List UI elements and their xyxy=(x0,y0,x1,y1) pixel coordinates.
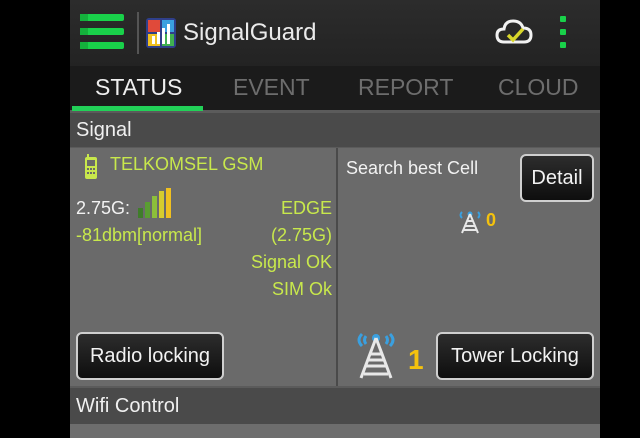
network-generation: 2.75G: xyxy=(76,198,131,218)
tab-report[interactable]: REPORT xyxy=(358,74,453,101)
tower-icon xyxy=(354,322,398,385)
app-bar: SignalGuard xyxy=(70,0,600,66)
section-wifi-title: Wifi Control xyxy=(76,395,180,417)
signal-status: Signal OK xyxy=(250,252,332,272)
tab-event[interactable]: EVENT xyxy=(233,74,310,101)
signal-strength: -81dbm[normal] xyxy=(76,225,203,245)
tab-bar: STATUS EVENT REPORT CLOUD xyxy=(70,66,600,110)
radio-locking-button[interactable]: Radio locking xyxy=(76,332,224,380)
search-best-cell-label: Search best Cell xyxy=(346,158,479,178)
section-signal-title: Signal xyxy=(76,119,132,141)
phone-icon xyxy=(84,154,98,185)
signal-panel: TELKOMSEL GSM 2.75G: -81dbm[normal] EDGE… xyxy=(70,148,336,386)
tab-indicator xyxy=(72,106,203,111)
menu-icon[interactable] xyxy=(80,14,126,50)
app-bar-divider xyxy=(137,12,139,54)
best-cell-count: 0 xyxy=(486,210,497,230)
cell-panel: Search best Cell Detail 0 1 Tower Lockin… xyxy=(338,148,600,386)
tower-icon xyxy=(458,206,482,239)
more-vert-icon[interactable] xyxy=(556,16,570,50)
app-title: SignalGuard xyxy=(183,19,317,46)
tower-locking-button[interactable]: Tower Locking xyxy=(436,332,594,380)
cloud-sync-icon[interactable] xyxy=(494,16,534,50)
detail-button[interactable]: Detail xyxy=(520,154,594,202)
carrier-name: TELKOMSEL GSM xyxy=(110,154,264,174)
tower-count: 1 xyxy=(408,344,424,375)
wifi-panel xyxy=(70,424,600,438)
sim-status: SIM Ok xyxy=(271,279,332,299)
tab-cloud[interactable]: CLOUD xyxy=(498,74,579,101)
section-signal: Signal xyxy=(70,113,600,147)
signal-bars-icon xyxy=(138,188,172,223)
app-window: SignalGuard STATUS EVENT REPORT CLOUD Si… xyxy=(70,0,600,438)
network-type: EDGE xyxy=(280,198,332,218)
network-type-sub: (2.75G) xyxy=(270,225,332,245)
tab-status[interactable]: STATUS xyxy=(95,74,182,101)
section-wifi: Wifi Control xyxy=(70,388,600,424)
app-logo-icon xyxy=(146,18,176,48)
